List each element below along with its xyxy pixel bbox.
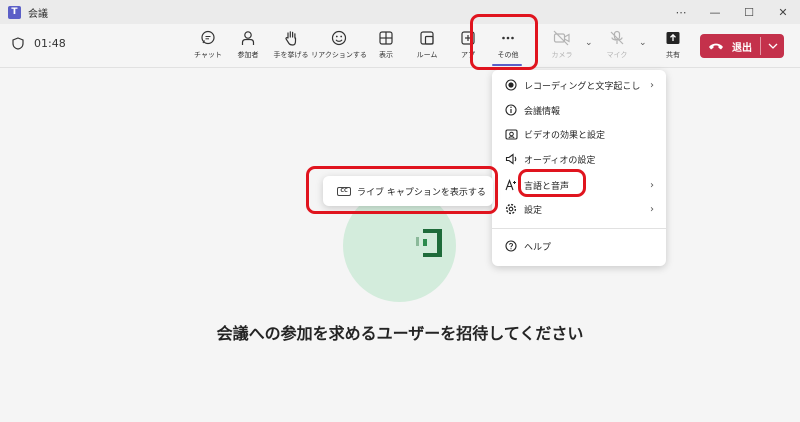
phone-hangup-icon [708,41,726,51]
live-captions-option[interactable]: ライブ キャプションを表示する [357,185,486,198]
menu-item-label: ヘルプ [524,242,552,253]
video-effects-icon [504,129,518,140]
closed-caption-icon: CC [337,186,351,196]
help-icon [505,240,517,252]
more-label: その他 [497,51,519,59]
mic-button[interactable]: マイク [596,28,638,64]
close-icon[interactable]: ✕ [766,0,800,24]
menu-item-language-speech[interactable]: 言語と音声 › [492,174,666,196]
speaker-icon [505,153,516,165]
menu-item-meeting-info[interactable]: 会議情報 [492,99,666,121]
organization-logo-icon [416,229,442,257]
menu-item-recording[interactable]: レコーディングと文字起こし › [492,74,666,96]
more-options-menu: レコーディングと文字起こし › 会議情報 ビデオの効果と設定 オーディオの設定 … [492,70,666,266]
menu-item-label: レコーディングと文字起こし [524,81,641,92]
window-title: 会議 [28,8,48,20]
more-active-indicator [492,64,522,66]
apps-icon [461,31,475,45]
chat-icon [201,30,215,45]
participants-label: 参加者 [237,51,259,59]
rooms-button[interactable]: ルーム [406,28,448,64]
camera-label: カメラ [551,51,573,59]
mic-off-icon [610,30,624,45]
maximize-icon[interactable]: ☐ [732,0,766,24]
chat-label: チャット [194,51,222,59]
leave-separator [760,37,761,55]
info-icon [505,104,517,116]
view-label: 表示 [379,51,393,59]
menu-item-label: ビデオの効果と設定 [524,130,606,141]
apps-button[interactable]: アプ [447,28,489,64]
emoji-icon [331,30,347,46]
chat-button[interactable]: チャット [187,28,229,64]
menu-item-label: 言語と音声 [524,181,570,192]
mic-label: マイク [606,51,628,59]
menu-item-settings[interactable]: 設定 › [492,198,666,220]
more-icon [502,36,514,40]
chevron-right-icon: › [650,179,654,191]
apps-label: アプ [461,51,475,59]
more-icon[interactable]: ⋯ [664,0,698,24]
shield-icon [12,37,24,50]
menu-item-label: 設定 [524,205,543,216]
language-speech-submenu: CC ライブ キャプションを表示する [323,176,493,206]
grid-view-icon [379,31,393,45]
camera-off-icon [553,30,570,46]
people-icon [241,31,255,45]
camera-options-chevron-icon[interactable]: ⌄ [585,38,593,48]
camera-button[interactable]: カメラ [541,28,583,64]
record-icon [505,79,517,91]
share-label: 共有 [666,51,680,59]
menu-item-label: 会議情報 [524,106,561,117]
more-button[interactable]: その他 [487,28,529,64]
rooms-icon [420,31,434,45]
chevron-right-icon: › [650,203,654,215]
raise-hand-icon [285,31,297,46]
menu-item-help[interactable]: ヘルプ [492,235,666,257]
share-button[interactable]: 共有 [652,28,694,64]
leave-options-chevron-icon[interactable] [764,37,782,55]
raise-hand-button[interactable]: 手を挙げる [270,28,312,64]
react-button[interactable]: リアクションする [311,28,367,64]
react-label: リアクションする [311,51,367,59]
gear-icon [505,203,517,215]
menu-item-video-effects[interactable]: ビデオの効果と設定 [492,123,666,145]
meeting-toolbar: 01:48 チャット 参加者 手を挙げる リアクションする 表示 ルーム アプ … [0,24,800,68]
title-bar: T 会議 ⋯ — ☐ ✕ [0,0,800,24]
share-icon [666,32,680,44]
language-icon [504,179,516,191]
raise-hand-label: 手を挙げる [273,51,309,59]
view-button[interactable]: 表示 [365,28,407,64]
menu-item-audio-settings[interactable]: オーディオの設定 [492,148,666,170]
minimize-icon[interactable]: — [698,0,732,24]
timer-text: 01:48 [34,37,66,50]
menu-item-label: オーディオの設定 [524,155,596,166]
chevron-right-icon: › [650,79,654,91]
menu-divider [492,228,666,229]
meeting-timer: 01:48 [12,37,66,50]
window-controls: ⋯ — ☐ ✕ [664,0,800,24]
participants-button[interactable]: 参加者 [227,28,269,64]
leave-label: 退出 [732,42,752,54]
invite-prompt: 会議への参加を求めるユーザーを招待してください [216,324,584,343]
mic-options-chevron-icon[interactable]: ⌄ [639,38,647,48]
rooms-label: ルーム [416,51,438,59]
leave-button[interactable]: 退出 [700,34,784,58]
teams-app-icon: T [8,5,21,19]
